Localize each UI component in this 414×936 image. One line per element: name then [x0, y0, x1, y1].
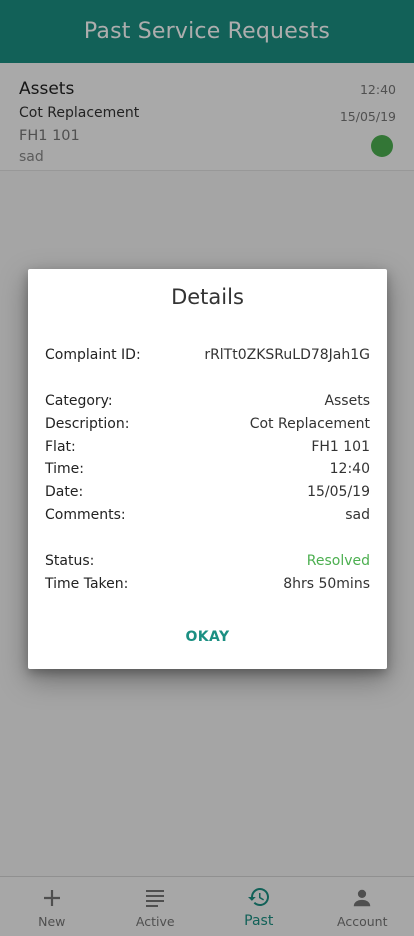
complaint-id-value: rRlTt0ZKSRuLD78Jah1G — [204, 347, 370, 363]
date-value: 15/05/19 — [307, 484, 370, 500]
row-flat: Flat: FH1 101 — [45, 437, 370, 457]
time-value: 12:40 — [329, 461, 370, 477]
row-time-taken: Time Taken: 8hrs 50mins — [45, 574, 370, 594]
status-value: Resolved — [306, 553, 370, 569]
comments-value: sad — [345, 507, 370, 523]
complaint-id-label: Complaint ID: — [45, 347, 141, 363]
comments-label: Comments: — [45, 507, 126, 523]
row-time: Time: 12:40 — [45, 459, 370, 479]
time-taken-label: Time Taken: — [45, 576, 129, 592]
description-value: Cot Replacement — [249, 416, 370, 432]
time-taken-value: 8hrs 50mins — [283, 576, 370, 592]
row-complaint-id: Complaint ID: rRlTt0ZKSRuLD78Jah1G — [45, 345, 370, 365]
row-description: Description: Cot Replacement — [45, 414, 370, 434]
row-comments: Comments: sad — [45, 505, 370, 525]
row-date: Date: 15/05/19 — [45, 482, 370, 502]
category-label: Category: — [45, 393, 113, 409]
details-dialog: Details Complaint ID: rRlTt0ZKSRuLD78Jah… — [28, 269, 387, 669]
flat-value: FH1 101 — [311, 439, 370, 455]
time-label: Time: — [45, 461, 84, 477]
dialog-title: Details — [171, 285, 244, 309]
status-label: Status: — [45, 553, 95, 569]
date-label: Date: — [45, 484, 84, 500]
description-label: Description: — [45, 416, 130, 432]
row-category: Category: Assets — [45, 391, 370, 411]
app: Past Service Requests Assets 12:40 Cot R… — [0, 0, 414, 936]
row-status: Status: Resolved — [45, 551, 370, 571]
flat-label: Flat: — [45, 439, 76, 455]
okay-button[interactable]: OKAY — [28, 629, 387, 645]
category-value: Assets — [324, 393, 370, 409]
